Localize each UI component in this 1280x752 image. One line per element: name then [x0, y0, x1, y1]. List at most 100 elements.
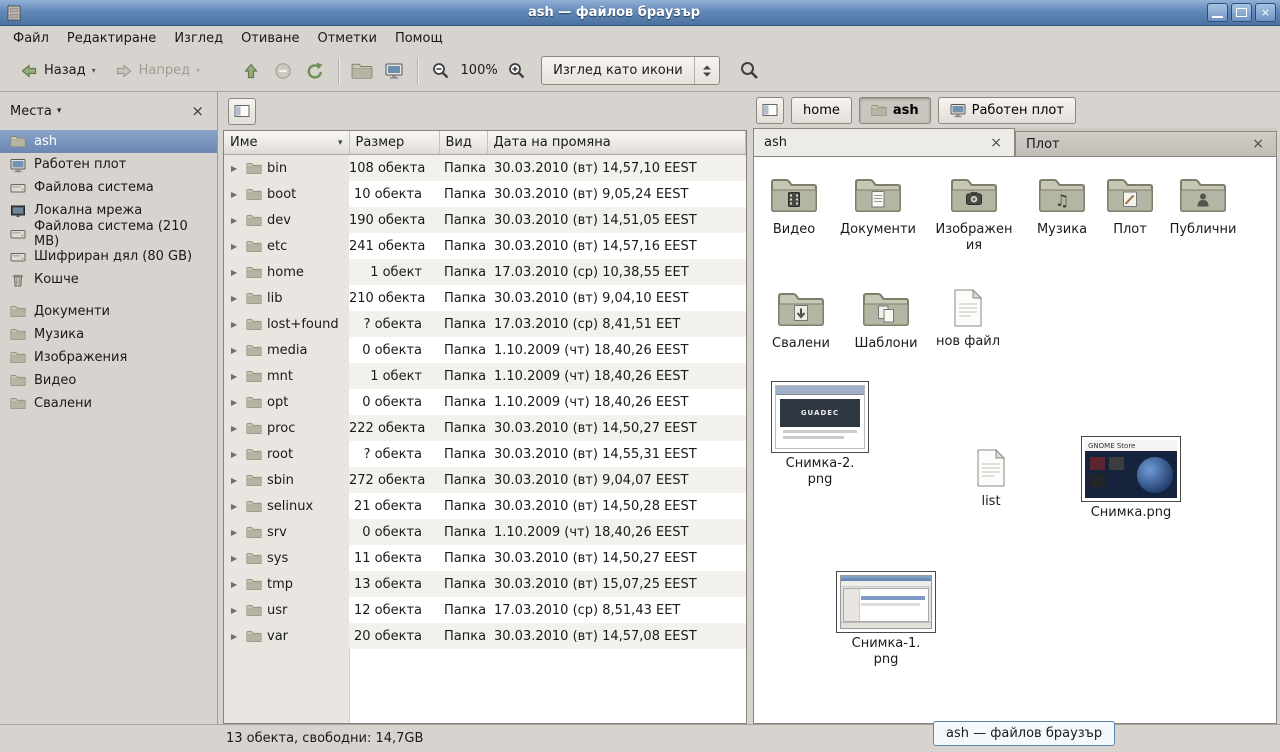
column-header[interactable]: Дата на промяна — [487, 131, 746, 155]
expander-icon[interactable]: ▶ — [231, 164, 241, 173]
expander-icon[interactable]: ▶ — [231, 372, 241, 381]
sidebar-item[interactable]: Файлова система — [0, 176, 217, 199]
icon-view-item[interactable]: Шаблони — [846, 289, 926, 352]
expander-icon[interactable]: ▶ — [231, 242, 241, 251]
expander-icon[interactable]: ▶ — [231, 346, 241, 355]
back-history-caret-icon[interactable]: ▾ — [92, 66, 96, 75]
pane-toggle-button[interactable] — [228, 98, 256, 125]
table-row[interactable]: ▶ home1 обектПапка17.03.2010 (ср) 10,38,… — [224, 259, 746, 285]
table-row[interactable]: ▶ var20 обектаПапка30.03.2010 (вт) 14,57… — [224, 623, 746, 649]
expander-icon[interactable]: ▶ — [231, 320, 241, 329]
sidebar-item[interactable]: ash — [0, 130, 217, 153]
menubar-item[interactable]: Отметки — [308, 28, 385, 49]
menubar-item[interactable]: Изглед — [165, 28, 232, 49]
table-row[interactable]: ▶ sys11 обектаПапка30.03.2010 (вт) 14,50… — [224, 545, 746, 571]
expander-icon[interactable]: ▶ — [231, 606, 241, 615]
sidebar-item[interactable]: Работен плот — [0, 153, 217, 176]
folder-icon — [950, 175, 998, 215]
icon-label: Снимка.png — [1081, 505, 1181, 521]
pathbar-root-button[interactable] — [756, 97, 784, 124]
expander-icon[interactable]: ▶ — [231, 268, 241, 277]
sidebar-item[interactable]: Свалени — [0, 392, 217, 415]
table-row[interactable]: ▶ srv0 обектаПапка1.10.2009 (чт) 18,40,2… — [224, 519, 746, 545]
icon-view-item[interactable]: нов файл — [928, 289, 1008, 350]
icon-view-item[interactable]: Видео — [754, 175, 834, 238]
icon-view-item[interactable]: Изображен ия — [934, 175, 1014, 253]
places-mode-selector[interactable]: Места ▾ — [10, 104, 61, 119]
icon-view-item[interactable]: Свалени — [761, 289, 841, 352]
titlebar[interactable]: ash — файлов браузър × — [0, 0, 1280, 26]
table-row[interactable]: ▶ lost+found? обектаПапка17.03.2010 (ср)… — [224, 311, 746, 337]
menubar-item[interactable]: Файл — [4, 28, 58, 49]
up-button[interactable] — [235, 56, 267, 86]
expander-icon[interactable]: ▶ — [231, 216, 241, 225]
table-row[interactable]: ▶ sbin272 обектаПапка30.03.2010 (вт) 9,0… — [224, 467, 746, 493]
icon-view-item[interactable]: Плот — [1090, 175, 1170, 238]
icon-view-item[interactable]: list — [951, 449, 1031, 510]
expander-icon[interactable]: ▶ — [231, 398, 241, 407]
close-button[interactable]: × — [1255, 3, 1276, 22]
computer-button[interactable] — [378, 56, 410, 86]
sidebar-item[interactable]: Изображения — [0, 346, 217, 369]
expander-icon[interactable]: ▶ — [231, 632, 241, 641]
tab-close-button[interactable]: × — [988, 135, 1004, 151]
sidebar-item[interactable]: Файлова система (210 MB) — [0, 222, 217, 245]
expander-icon[interactable]: ▶ — [231, 554, 241, 563]
table-row[interactable]: ▶ bin108 обектаПапка30.03.2010 (вт) 14,5… — [224, 155, 746, 182]
icon-view-item[interactable]: GUADECСнимка-2. png — [771, 381, 869, 487]
sidebar-item[interactable]: Документи — [0, 300, 217, 323]
menubar-item[interactable]: Помощ — [386, 28, 452, 49]
expander-icon[interactable]: ▶ — [231, 528, 241, 537]
sidebar-item[interactable]: Шифриран дял (80 GB) — [0, 245, 217, 268]
table-row[interactable]: ▶ etc241 обектаПапка30.03.2010 (вт) 14,5… — [224, 233, 746, 259]
cell-type: Папка — [439, 259, 487, 285]
table-row[interactable]: ▶ boot10 обектаПапка30.03.2010 (вт) 9,05… — [224, 181, 746, 207]
icon-view-item[interactable]: GNOME StoreСнимка.png — [1081, 436, 1181, 521]
table-row[interactable]: ▶ mnt1 обектПапка1.10.2009 (чт) 18,40,26… — [224, 363, 746, 389]
table-row[interactable]: ▶ dev190 обектаПапка30.03.2010 (вт) 14,5… — [224, 207, 746, 233]
sidebar-item[interactable]: Видео — [0, 369, 217, 392]
tab[interactable]: ash× — [753, 128, 1015, 156]
expander-icon[interactable]: ▶ — [231, 190, 241, 199]
menubar-item[interactable]: Редактиране — [58, 28, 165, 49]
home-button[interactable] — [346, 56, 378, 86]
tab-close-button[interactable]: × — [1250, 136, 1266, 152]
column-header[interactable]: Вид — [439, 131, 487, 155]
expander-icon[interactable]: ▶ — [231, 450, 241, 459]
table-row[interactable]: ▶ selinux21 обектаПапка30.03.2010 (вт) 1… — [224, 493, 746, 519]
zoom-in-button[interactable] — [501, 56, 533, 86]
sidebar-close-button[interactable]: × — [188, 102, 207, 120]
sidebar-item[interactable]: Кошче — [0, 268, 217, 291]
reload-button[interactable] — [299, 56, 331, 86]
zoom-out-button[interactable] — [425, 56, 457, 86]
pathbar-button[interactable]: home — [791, 97, 852, 124]
minimize-button[interactable] — [1207, 3, 1228, 22]
table-row[interactable]: ▶ lib210 обектаПапка30.03.2010 (вт) 9,04… — [224, 285, 746, 311]
icon-view-item[interactable]: Публични — [1163, 175, 1243, 238]
expander-icon[interactable]: ▶ — [231, 476, 241, 485]
icon-view-item[interactable]: Документи — [838, 175, 918, 238]
back-button[interactable]: Назад ▾ — [10, 58, 105, 84]
column-header[interactable]: Размер — [349, 131, 439, 155]
column-header[interactable]: Име▾ — [224, 131, 349, 155]
pathbar-button[interactable]: ash — [859, 97, 931, 124]
table-row[interactable]: ▶ proc222 обектаПапка30.03.2010 (вт) 14,… — [224, 415, 746, 441]
table-row[interactable]: ▶ tmp13 обектаПапка30.03.2010 (вт) 15,07… — [224, 571, 746, 597]
menubar-item[interactable]: Отиване — [232, 28, 308, 49]
expander-icon[interactable]: ▶ — [231, 294, 241, 303]
table-row[interactable]: ▶ usr12 обектаПапка17.03.2010 (ср) 8,51,… — [224, 597, 746, 623]
view-mode-select[interactable]: Изглед като икони — [541, 56, 720, 85]
table-row[interactable]: ▶ opt0 обектаПапка1.10.2009 (чт) 18,40,2… — [224, 389, 746, 415]
expander-icon[interactable]: ▶ — [231, 502, 241, 511]
sidebar-item[interactable]: Музика — [0, 323, 217, 346]
table-row[interactable]: ▶ root? обектаПапка30.03.2010 (вт) 14,55… — [224, 441, 746, 467]
search-button[interactable] — [734, 56, 766, 86]
forward-button[interactable]: Напред ▾ — [105, 58, 210, 84]
pathbar-button[interactable]: Работен плот — [938, 97, 1076, 124]
expander-icon[interactable]: ▶ — [231, 424, 241, 433]
maximize-button[interactable] — [1231, 3, 1252, 22]
icon-view-item[interactable]: Снимка-1. png — [836, 571, 936, 667]
tab[interactable]: Плот× — [1015, 131, 1277, 156]
table-row[interactable]: ▶ media0 обектаПапка1.10.2009 (чт) 18,40… — [224, 337, 746, 363]
expander-icon[interactable]: ▶ — [231, 580, 241, 589]
